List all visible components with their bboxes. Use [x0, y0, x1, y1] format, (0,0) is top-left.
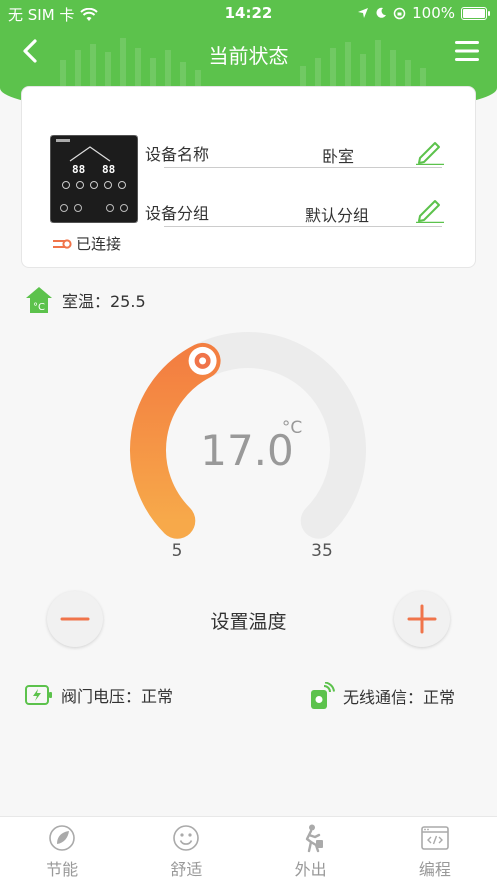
- leaf-icon: [49, 825, 75, 851]
- gauge-min-label: 5: [172, 541, 183, 561]
- temperature-unit: °C: [282, 418, 302, 438]
- wireless-status: 无线通信：正常: [309, 682, 455, 710]
- location-icon: [358, 8, 369, 18]
- valve-voltage-text: 阀门电压：正常: [61, 687, 174, 706]
- divider: [164, 167, 442, 168]
- divider: [164, 226, 442, 227]
- rotation-lock-icon: [393, 7, 406, 19]
- valve-voltage-status: 阀门电压：正常: [25, 683, 173, 707]
- svg-text:°C: °C: [33, 302, 45, 313]
- moon-icon: [376, 7, 387, 18]
- tab-comfort[interactable]: 舒适: [124, 817, 248, 883]
- gauge-knob-dot: [199, 357, 207, 365]
- tab-label: 外出: [294, 860, 327, 879]
- connection-text: 已连接: [76, 235, 122, 253]
- room-temperature: °C 室温：25.5: [24, 285, 146, 315]
- plus-icon: [407, 604, 437, 634]
- tab-energy-saving[interactable]: 节能: [0, 817, 124, 883]
- gauge-max-label: 35: [311, 541, 333, 561]
- walking-icon: [305, 824, 323, 853]
- menu-button[interactable]: [453, 38, 481, 64]
- tab-label: 编程: [418, 860, 451, 879]
- tab-label: 舒适: [170, 860, 203, 879]
- tab-program[interactable]: 编程: [373, 817, 497, 883]
- battery-icon: [461, 6, 490, 20]
- smiley-icon: [173, 825, 200, 851]
- device-group-value: 默认分组: [305, 206, 370, 225]
- device-card: 88 88 设备名称 卧室 设备分组 默认分组 已连接: [21, 86, 476, 268]
- wireless-icon: [311, 682, 335, 709]
- nav-bar: 当前状态: [0, 30, 497, 74]
- gauge-fill: [130, 342, 221, 539]
- connection-icon: [53, 238, 72, 249]
- set-temperature-value: 17.0: [200, 426, 294, 475]
- svg-text:88: 88: [72, 163, 85, 176]
- page-title: 当前状态: [208, 44, 289, 68]
- wireless-text: 无线通信：正常: [343, 688, 456, 707]
- device-name-value: 卧室: [322, 147, 355, 166]
- device-group-label: 设备分组: [145, 204, 210, 223]
- thermostat-device-image: 88 88: [50, 135, 138, 223]
- room-temperature-text: 室温：25.5: [62, 292, 146, 311]
- tab-label: 节能: [46, 860, 79, 879]
- status-bar: 无 SIM 卡 14:22 100%: [0, 0, 497, 28]
- device-name-label: 设备名称: [145, 145, 210, 164]
- temperature-gauge[interactable]: 17.0 °C 5 35: [0, 320, 497, 570]
- home-celsius-icon: °C: [26, 287, 52, 313]
- code-icon: [421, 826, 449, 850]
- connection-status: 已连接: [52, 233, 121, 254]
- battery-text: 100%: [412, 4, 455, 22]
- tab-away[interactable]: 外出: [249, 817, 373, 883]
- battery-charge-icon: [25, 685, 52, 705]
- edit-name-icon[interactable]: [416, 137, 444, 165]
- tab-bar: 节能 舒适 外出 编程: [0, 816, 497, 883]
- increase-button[interactable]: [394, 591, 450, 647]
- svg-text:88: 88: [102, 163, 115, 176]
- edit-group-icon[interactable]: [416, 195, 444, 223]
